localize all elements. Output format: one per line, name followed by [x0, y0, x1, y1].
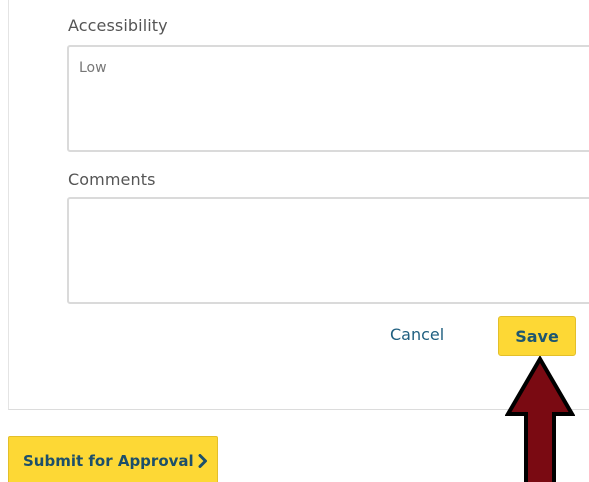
- submit-label: Submit for Approval: [23, 452, 194, 470]
- up-arrow-icon: [505, 356, 575, 482]
- form-screen: Accessibility Low Comments Cancel Save S…: [0, 0, 589, 482]
- save-button[interactable]: Save: [498, 316, 576, 356]
- comments-label: Comments: [68, 170, 156, 189]
- accessibility-label: Accessibility: [68, 16, 168, 35]
- submit-for-approval-button[interactable]: Submit for Approval: [8, 436, 218, 482]
- cancel-link[interactable]: Cancel: [390, 325, 444, 344]
- comments-field[interactable]: [67, 197, 589, 304]
- chevron-right-icon: [198, 454, 207, 468]
- accessibility-field[interactable]: Low: [67, 45, 589, 152]
